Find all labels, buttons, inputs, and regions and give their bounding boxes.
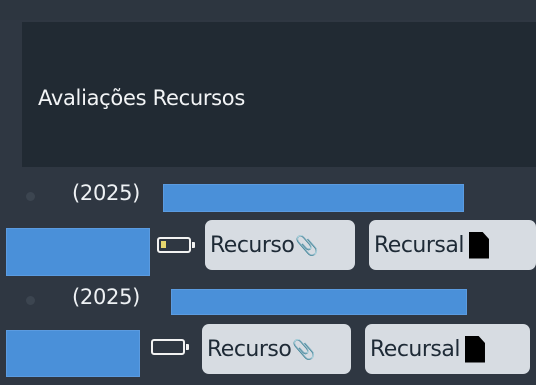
file-icon [464, 335, 485, 363]
recursal-label: Recursal [374, 232, 464, 258]
redacted-name [163, 184, 464, 212]
recursal-button[interactable]: Recursal [369, 220, 536, 270]
top-band [0, 0, 536, 20]
recursal-button[interactable]: Recursal [365, 324, 530, 374]
paperclip-icon: 📎 [295, 234, 319, 257]
item-year: (2025) [72, 181, 141, 205]
battery-level [161, 241, 166, 248]
page-title: Avaliações Recursos [38, 86, 245, 110]
screen: Avaliações Recursos (2025) Recurso 📎 Rec… [0, 0, 536, 385]
battery-level [155, 343, 160, 350]
redacted-field [6, 330, 140, 377]
battery-icon [157, 237, 195, 253]
recurso-button[interactable]: Recurso 📎 [202, 324, 351, 374]
list-bullet [26, 192, 35, 201]
paperclip-icon: 📎 [292, 338, 316, 361]
redacted-name [171, 289, 467, 315]
recurso-button[interactable]: Recurso 📎 [205, 220, 355, 270]
battery-icon [151, 339, 189, 355]
redacted-field [6, 228, 150, 276]
recurso-label: Recurso [210, 232, 295, 258]
list-bullet [26, 296, 35, 305]
recurso-label: Recurso [207, 336, 292, 362]
recursal-label: Recursal [370, 336, 460, 362]
file-icon [468, 231, 489, 259]
item-year: (2025) [72, 285, 141, 309]
